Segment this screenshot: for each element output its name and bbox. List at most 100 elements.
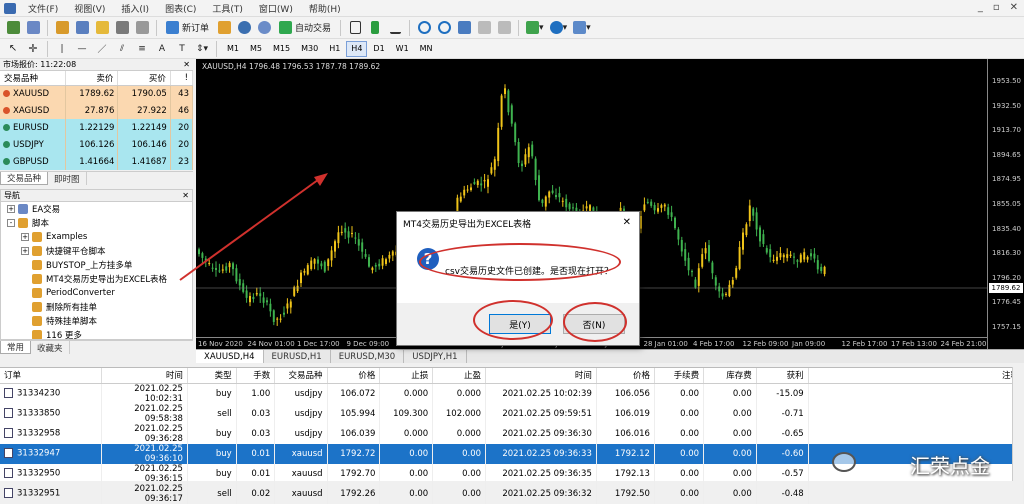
market-watch-row[interactable]: EURUSD 1.22129 1.22149 20: [0, 119, 194, 136]
channel-button[interactable]: ⫽: [113, 40, 131, 58]
tile-windows-button[interactable]: [455, 19, 473, 37]
navigator-item[interactable]: - 脚本: [1, 216, 192, 230]
profiles-button[interactable]: [24, 19, 42, 37]
expand-icon[interactable]: +: [21, 233, 29, 241]
fibo-button[interactable]: ≡: [133, 40, 151, 58]
cursor-button[interactable]: ↖: [4, 40, 22, 58]
text-button[interactable]: A: [153, 40, 171, 58]
navigator-item[interactable]: 删除所有挂单: [1, 300, 192, 314]
navigator-item[interactable]: + EA交易: [1, 202, 192, 216]
close-icon[interactable]: ✕: [182, 191, 192, 200]
timeframe-mn-button[interactable]: MN: [415, 41, 438, 57]
timeframe-d1-button[interactable]: D1: [368, 41, 389, 57]
market-watch-row[interactable]: XAGUSD 27.876 27.922 46: [0, 102, 194, 119]
terminal-button[interactable]: [113, 19, 131, 37]
navigator-item[interactable]: + 快捷键平仓脚本: [1, 244, 192, 258]
market-watch-column-header[interactable]: !: [170, 71, 194, 86]
chart-tab-0[interactable]: XAUUSD,H4: [196, 350, 264, 363]
terminal-scrollbar[interactable]: [1012, 367, 1024, 481]
zoom-out-button[interactable]: [435, 19, 453, 37]
history-column-header[interactable]: 注释: [808, 368, 1024, 384]
history-row[interactable]: 31332951 2021.02.25 09:36:17 sell 0.02 xauus…: [0, 483, 1024, 504]
history-row[interactable]: 31334230 2021.02.25 10:02:31 buy 1.00 usdjpy…: [0, 383, 1024, 404]
menu-item-6[interactable]: 帮助(H): [301, 2, 349, 15]
timeframe-h1-button[interactable]: H1: [324, 41, 345, 57]
auto-trading-button[interactable]: 自动交易: [275, 19, 335, 37]
signals-button[interactable]: [235, 19, 253, 37]
tester-button[interactable]: [133, 19, 151, 37]
navigator-item[interactable]: + Examples: [1, 230, 192, 244]
history-column-header[interactable]: 价格: [596, 368, 655, 384]
market-watch-row[interactable]: GBPUSD 1.41664 1.41687 23: [0, 153, 194, 170]
market-watch-column-header[interactable]: 买价: [117, 71, 171, 86]
menu-item-4[interactable]: 工具(T): [204, 2, 251, 15]
chart-tab-3[interactable]: USDJPY,H1: [404, 350, 467, 363]
menu-item-0[interactable]: 文件(F): [20, 2, 66, 15]
timeframe-m30-button[interactable]: M30: [296, 41, 323, 57]
indicators-button[interactable]: ▾: [524, 19, 546, 37]
history-row[interactable]: 31332947 2021.02.25 09:36:10 buy 0.01 xauusd…: [0, 443, 1024, 464]
market-watch-row[interactable]: USDJPY 106.126 106.146 20: [0, 136, 194, 153]
history-column-header[interactable]: 交易品种: [274, 368, 328, 384]
market-watch-row[interactable]: XAUUSD 1789.62 1790.05 43: [0, 85, 194, 102]
zoom-in-button[interactable]: [415, 19, 433, 37]
expand-icon[interactable]: +: [7, 205, 15, 213]
line-chart-button[interactable]: [386, 19, 404, 37]
navigator-tab-1[interactable]: 收藏夹: [31, 341, 70, 354]
history-column-header[interactable]: 价格: [327, 368, 381, 384]
metaeditor-button[interactable]: [215, 19, 233, 37]
menu-item-3[interactable]: 图表(C): [157, 2, 204, 15]
timeframe-m1-button[interactable]: M1: [222, 41, 244, 57]
collapse-icon[interactable]: -: [7, 219, 15, 227]
menu-item-1[interactable]: 视图(V): [66, 2, 113, 15]
market-watch-tab-0[interactable]: 交易品种: [0, 172, 49, 185]
chart-shift-button[interactable]: [475, 19, 493, 37]
bar-chart-button[interactable]: [346, 19, 364, 37]
history-column-header[interactable]: 止盈: [432, 368, 487, 384]
market-watch-button[interactable]: [53, 19, 71, 37]
navigator-item[interactable]: PeriodConverter: [1, 286, 192, 300]
candle-chart-button[interactable]: [366, 19, 384, 37]
expand-icon[interactable]: +: [21, 247, 29, 255]
market-watch-column-header[interactable]: 卖价: [65, 71, 119, 86]
history-column-header[interactable]: 获利: [756, 368, 809, 384]
chat-button[interactable]: [255, 19, 273, 37]
navigator-button[interactable]: [93, 19, 111, 37]
chart-tab-2[interactable]: EURUSD,M30: [331, 350, 405, 363]
close-window-button[interactable]: ✕: [1010, 2, 1018, 13]
market-watch-tab-1[interactable]: 即时图: [48, 172, 87, 185]
menu-item-2[interactable]: 插入(I): [113, 2, 157, 15]
restore-button[interactable]: ▫: [993, 2, 1000, 13]
vertical-line-button[interactable]: |: [53, 40, 71, 58]
history-column-header[interactable]: 时间: [101, 368, 188, 384]
history-row[interactable]: 31333850 2021.02.25 09:58:38 sell 0.03 usdjp…: [0, 403, 1024, 424]
history-column-header[interactable]: 库存费: [703, 368, 757, 384]
new-chart-button[interactable]: [4, 19, 22, 37]
history-column-header[interactable]: 时间: [485, 368, 597, 384]
history-column-header[interactable]: 订单: [0, 368, 102, 384]
timeframe-w1-button[interactable]: W1: [391, 41, 414, 57]
chart-tab-1[interactable]: EURUSD,H1: [264, 350, 331, 363]
new-order-button[interactable]: 新订单: [162, 19, 213, 37]
crosshair-button[interactable]: ✛: [24, 40, 42, 58]
autoscroll-button[interactable]: [495, 19, 513, 37]
timeframe-m15-button[interactable]: M15: [268, 41, 295, 57]
navigator-item[interactable]: 特殊挂单脚本: [1, 314, 192, 328]
dialog-close-button[interactable]: ✕: [623, 217, 631, 228]
trendline-button[interactable]: ／: [93, 40, 111, 58]
navigator-item[interactable]: MT4交易历史导出为EXCEL表格: [1, 272, 192, 286]
history-column-header[interactable]: 手续费: [654, 368, 705, 384]
menu-item-5[interactable]: 窗口(W): [251, 2, 301, 15]
data-window-button[interactable]: [73, 19, 91, 37]
history-column-header[interactable]: 手数: [236, 368, 276, 384]
market-watch-column-header[interactable]: 交易品种: [0, 71, 67, 86]
templates-button[interactable]: ▾: [571, 19, 593, 37]
history-column-header[interactable]: 类型: [187, 368, 237, 384]
navigator-tab-0[interactable]: 常用: [0, 341, 32, 354]
periods-button[interactable]: ▾: [548, 19, 570, 37]
navigator-item[interactable]: 116 更多: [1, 328, 192, 339]
close-icon[interactable]: ✕: [183, 60, 193, 69]
arrows-button[interactable]: ⇕▾: [193, 40, 211, 58]
horizontal-line-button[interactable]: —: [73, 40, 91, 58]
navigator-item[interactable]: BUYSTOP_上方挂多单: [1, 258, 192, 272]
